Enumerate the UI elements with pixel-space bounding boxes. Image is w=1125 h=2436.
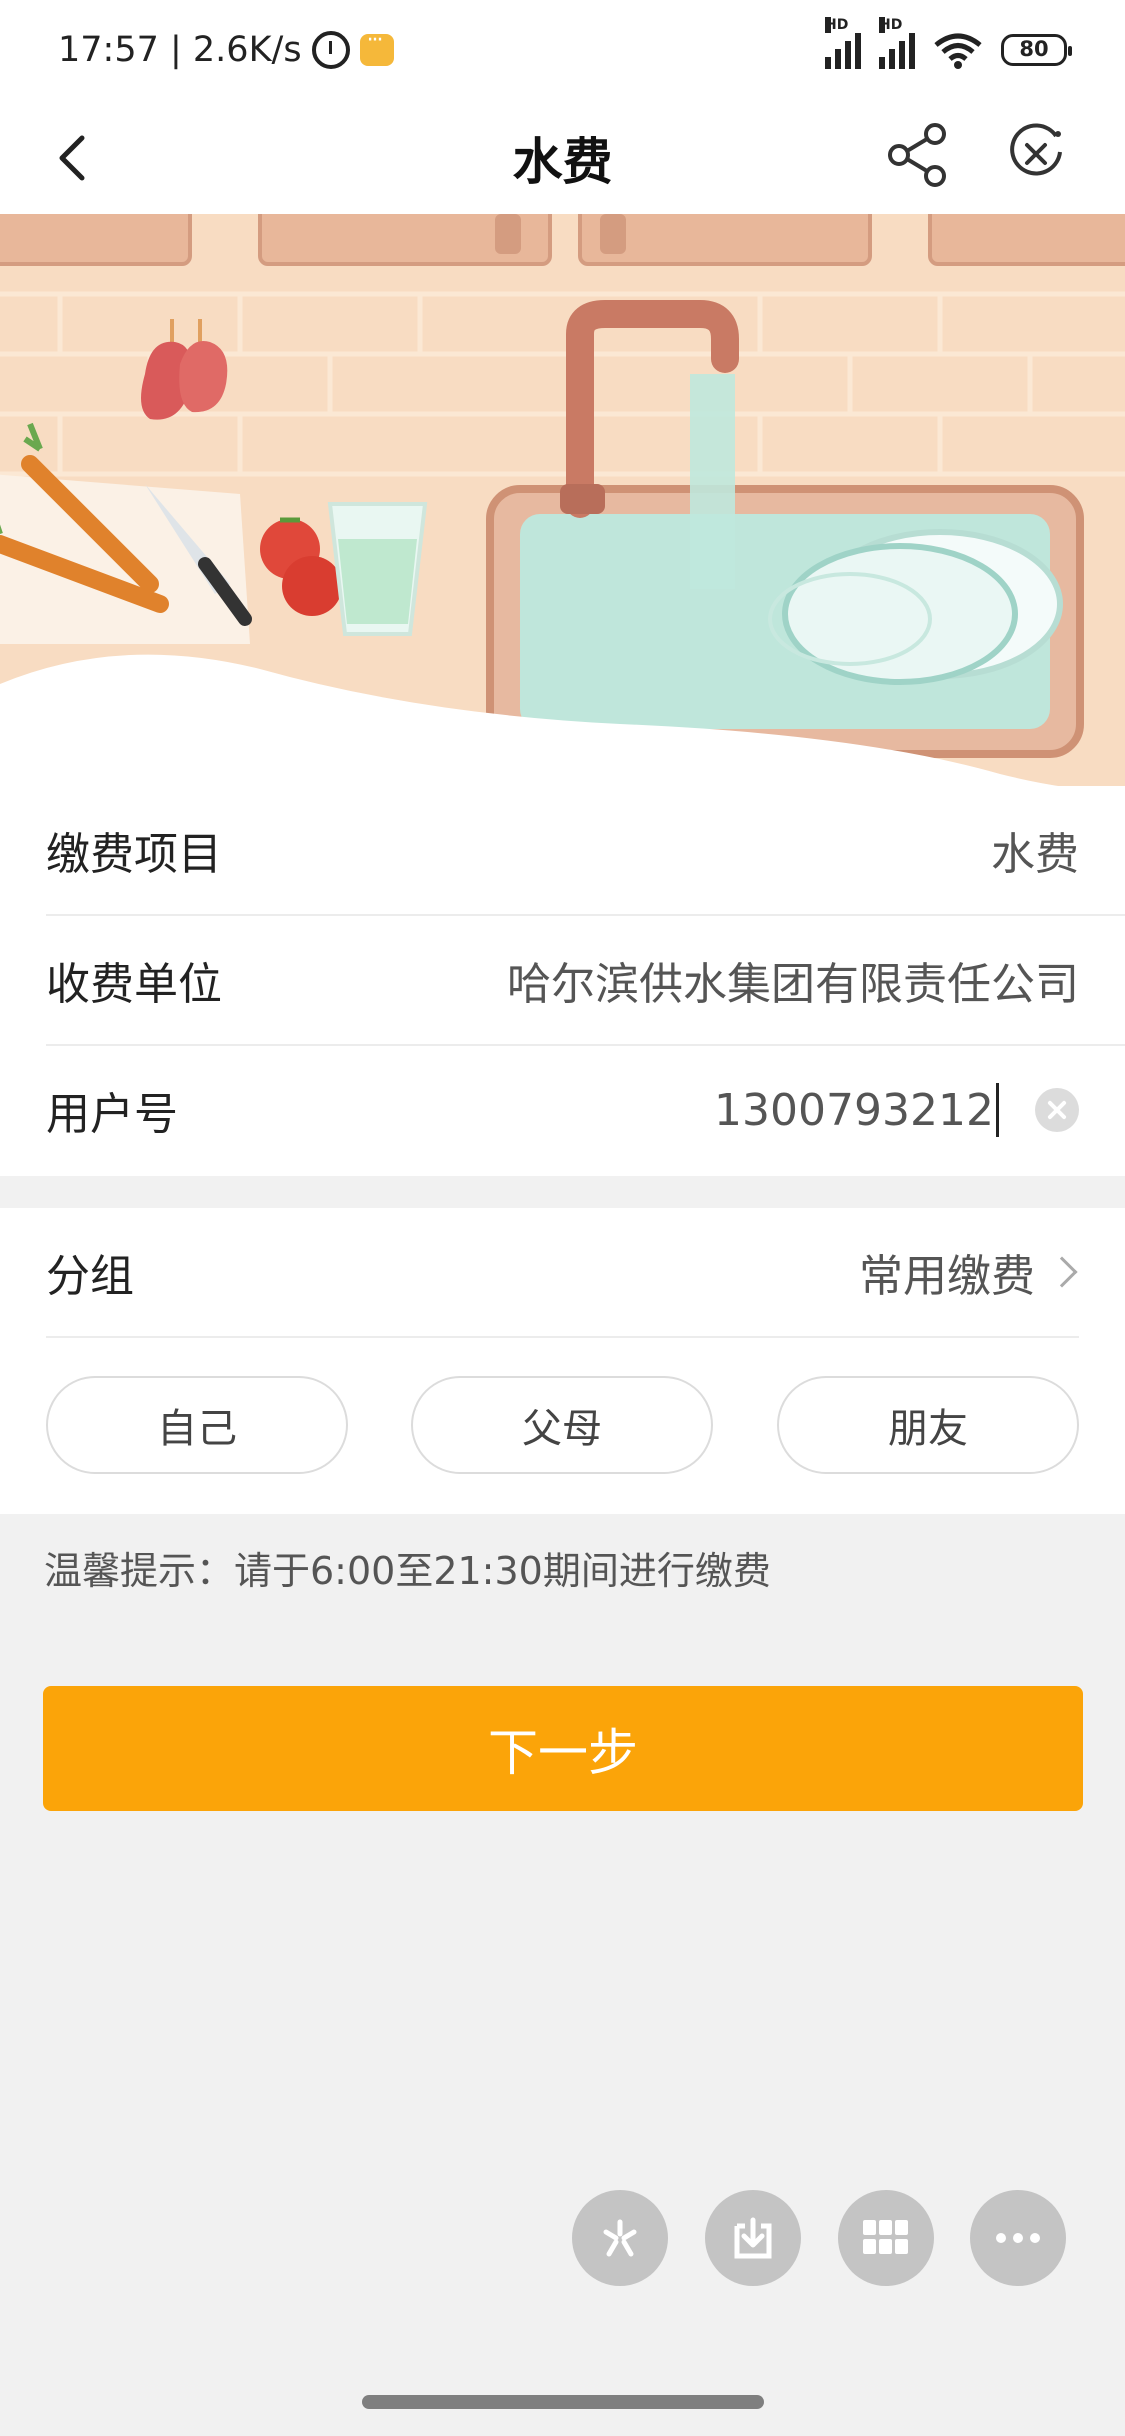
cell-signal-icon: HD xyxy=(825,17,861,69)
group-value: 常用缴费 xyxy=(859,1251,1035,1302)
text-caret xyxy=(996,1083,999,1137)
next-step-button[interactable]: 下一步 xyxy=(43,1686,1083,1811)
payment-item-label: 缴费项目 xyxy=(46,829,222,880)
chevron-right-icon xyxy=(1046,1256,1078,1288)
status-time-speed: 17:57 | 2.6K/s xyxy=(58,30,302,70)
alarm-icon xyxy=(311,31,350,69)
status-left: 17:57 | 2.6K/s xyxy=(58,28,394,70)
group-option-self[interactable]: 自己 xyxy=(46,1376,348,1474)
payment-info-card: 缴费项目 水费 收费单位 哈尔滨供水集团有限责任公司 用户号 130079321… xyxy=(0,786,1125,1176)
grid-icon[interactable] xyxy=(838,2190,934,2286)
page-title: 水费 xyxy=(512,133,613,191)
status-bar: 17:57 | 2.6K/s HD HD 80 xyxy=(0,0,1125,100)
account-number-value: 1300793212 xyxy=(714,1084,994,1136)
close-circle-icon[interactable] xyxy=(1004,122,1068,186)
status-right: HD HD 80 xyxy=(825,17,1072,69)
share-icon[interactable] xyxy=(882,120,952,190)
signal-hd-label-2: HD xyxy=(879,17,903,33)
group-option-friends[interactable]: 朋友 xyxy=(777,1376,1079,1474)
home-indicator[interactable] xyxy=(362,2395,764,2409)
divider xyxy=(46,1336,1079,1338)
company-value: 哈尔滨供水集团有限责任公司 xyxy=(507,959,1079,1010)
account-row[interactable]: 用户号 1300793212 xyxy=(0,1046,1125,1174)
battery-icon: 80 xyxy=(1001,34,1072,66)
kitchen-banner-image xyxy=(0,214,1125,814)
group-option-parents[interactable]: 父母 xyxy=(411,1376,713,1474)
download-icon[interactable] xyxy=(705,2190,801,2286)
more-icon[interactable] xyxy=(970,2190,1066,2286)
account-label: 用户号 xyxy=(46,1089,178,1140)
nav-bar: 水费 xyxy=(0,100,1125,214)
pinwheel-icon[interactable] xyxy=(572,2190,668,2286)
company-row: 收费单位 哈尔滨供水集团有限责任公司 xyxy=(0,916,1125,1044)
payment-time-tip: 温馨提示：请于6:00至21:30期间进行缴费 xyxy=(44,1549,771,1593)
chat-notification-icon xyxy=(359,28,394,66)
company-label: 收费单位 xyxy=(46,959,222,1010)
payment-item-value: 水费 xyxy=(991,829,1079,880)
account-input[interactable]: 1300793212 xyxy=(714,1083,999,1137)
group-label: 分组 xyxy=(46,1251,134,1302)
wifi-icon xyxy=(933,31,983,69)
signal-hd-label: HD xyxy=(825,17,849,33)
group-row[interactable]: 分组 常用缴费 xyxy=(0,1208,1125,1336)
payment-item-row: 缴费项目 水费 xyxy=(0,786,1125,914)
clear-icon[interactable] xyxy=(1035,1088,1079,1132)
cell-signal-icon-2: HD xyxy=(879,17,915,69)
